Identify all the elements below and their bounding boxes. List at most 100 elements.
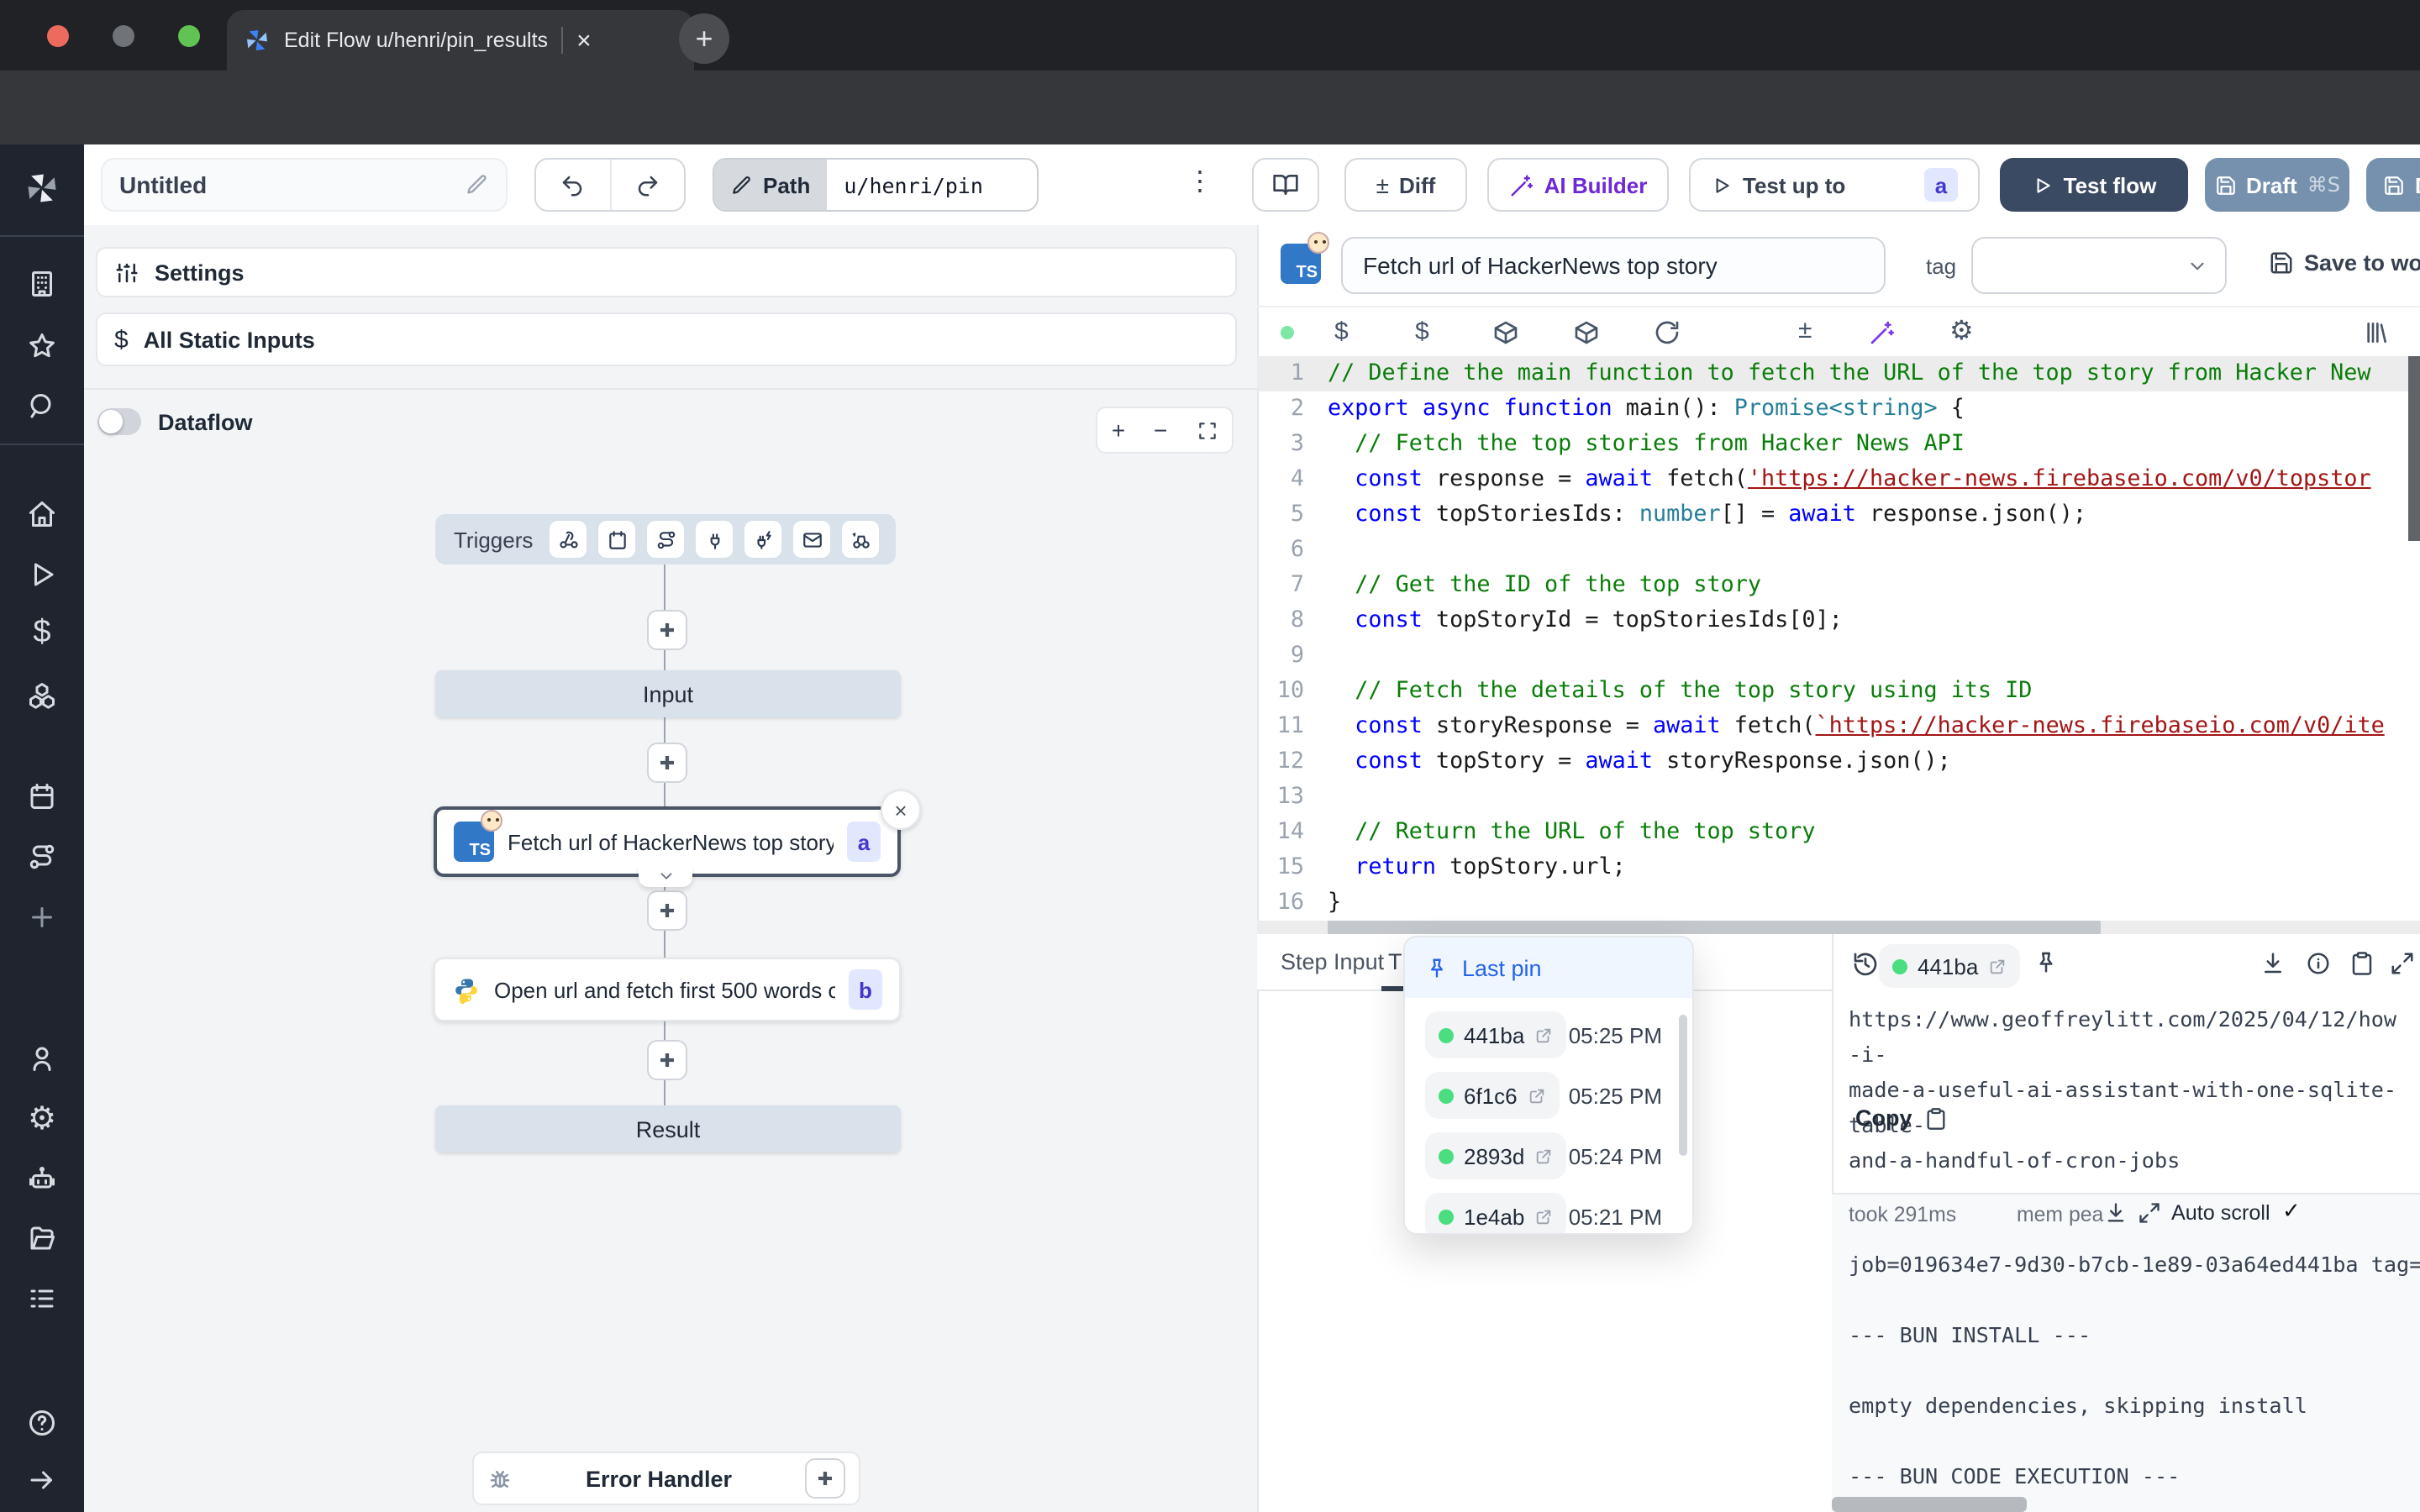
sidebar-item-folders[interactable] (0, 1216, 84, 1260)
remove-step-button[interactable]: × (881, 790, 921, 830)
window-zoom-button[interactable] (178, 25, 200, 47)
draft-button[interactable]: Draft ⌘S (2205, 158, 2349, 212)
tag-select[interactable] (1971, 237, 2227, 294)
add-step-button[interactable]: ✚ (647, 743, 687, 783)
package-icon[interactable] (1492, 319, 1519, 346)
webhook-trigger-button[interactable] (550, 521, 587, 558)
undo-button[interactable] (536, 160, 611, 210)
save-to-workspace-button[interactable]: Save to workspace (2269, 250, 2420, 276)
docs-button[interactable] (1252, 158, 1319, 212)
redo-button[interactable] (611, 160, 684, 210)
clipboard-icon[interactable] (2349, 951, 2375, 976)
path-control[interactable]: Path u/henri/pin (713, 158, 1039, 212)
editor-vscrollbar[interactable] (2408, 356, 2420, 541)
tab-test-this-step[interactable]: T (1388, 949, 1402, 974)
result-run-badge[interactable]: 441ba (1879, 944, 2020, 988)
triggers-node[interactable]: Triggers (435, 514, 896, 564)
package-icon[interactable] (1573, 319, 1600, 346)
add-step-button[interactable]: ✚ (647, 610, 687, 650)
run-id-pill[interactable]: 441ba (1425, 1011, 1566, 1058)
pin-icon[interactable] (2033, 949, 2059, 974)
sidebar-item-add[interactable] (0, 895, 84, 939)
sidebar-item-help[interactable] (0, 1401, 84, 1445)
new-tab-button[interactable]: + (679, 13, 729, 64)
download-icon[interactable] (2104, 1201, 2128, 1225)
zoom-in-button[interactable]: + (1112, 417, 1125, 444)
code-editor[interactable]: 1// Define the main function to fetch th… (1257, 356, 2408, 917)
auto-scroll-checkbox[interactable]: ✓ (2282, 1198, 2301, 1225)
step-node-b[interactable]: Open url and fetch first 500 words of ..… (434, 958, 901, 1021)
sidebar-item-workers[interactable] (0, 1158, 84, 1201)
pin-item[interactable]: 2893d05:24 PM (1425, 1132, 1676, 1179)
email-trigger-button[interactable] (793, 521, 830, 558)
input-node[interactable]: Input (435, 670, 901, 717)
more-options-kebab-icon[interactable]: ⋮ (1186, 165, 1213, 198)
sidebar-item-flows[interactable] (0, 835, 84, 879)
mqtt-trigger-button[interactable] (696, 521, 733, 558)
logs-hscrollbar[interactable] (1832, 1497, 2027, 1512)
window-minimize-button[interactable] (113, 25, 134, 47)
flow-name-field[interactable]: Untitled (101, 158, 508, 212)
sidebar-item-resources[interactable] (0, 674, 84, 717)
external-link-icon[interactable] (1528, 1086, 1546, 1105)
run-id-pill[interactable]: 6f1c6 (1425, 1072, 1560, 1119)
external-link-icon[interactable] (1534, 1026, 1553, 1044)
diff-mode-button[interactable]: ± (1798, 316, 1812, 344)
external-link-icon[interactable] (1534, 1207, 1553, 1226)
route-trigger-button[interactable] (647, 521, 684, 558)
zoom-out-button[interactable]: − (1154, 417, 1167, 444)
variables-button[interactable]: $ (1415, 318, 1429, 346)
window-close-button[interactable] (47, 25, 69, 47)
pin-item[interactable]: 1e4ab05:21 PM (1425, 1193, 1676, 1235)
sidebar-item-runs[interactable] (0, 553, 84, 596)
flow-settings-button[interactable]: Settings (96, 247, 1237, 297)
edit-pencil-icon[interactable] (466, 173, 489, 197)
sidebar-item-audit-logs[interactable] (0, 1277, 84, 1320)
test-up-to-button[interactable]: Test up to a (1689, 158, 1980, 212)
poll-trigger-button[interactable] (842, 521, 879, 558)
sidebar-item-home[interactable] (0, 492, 84, 536)
sidebar-item-schedules[interactable] (0, 774, 84, 818)
pin-item[interactable]: 6f1c605:25 PM (1425, 1072, 1676, 1119)
result-node[interactable]: Result (435, 1105, 901, 1152)
tab-step-input[interactable]: Step Input (1281, 949, 1384, 974)
add-step-button[interactable]: ✚ (647, 1040, 687, 1080)
reload-icon[interactable] (1654, 319, 1681, 346)
sidebar-item-users[interactable] (0, 1037, 84, 1080)
sidebar-item-variables[interactable]: $ (0, 612, 84, 655)
windmill-logo-icon[interactable] (0, 166, 84, 210)
magic-wand-icon[interactable] (1869, 319, 1896, 346)
expand-icon[interactable] (2390, 951, 2415, 976)
dropdown-scrollbar[interactable] (1679, 1015, 1687, 1156)
kafka-trigger-button[interactable] (744, 521, 781, 558)
deploy-button[interactable]: Deploy (2366, 158, 2420, 212)
history-icon[interactable] (1852, 951, 1879, 978)
sidebar-item-favorites[interactable] (0, 324, 84, 368)
add-error-handler-button[interactable]: ✚ (805, 1458, 845, 1499)
expand-icon[interactable] (2138, 1201, 2161, 1225)
test-flow-button[interactable]: Test flow (2000, 158, 2188, 212)
copy-result-button[interactable]: Copy (1855, 1105, 1948, 1131)
browser-tab[interactable]: Edit Flow u/henri/pin_results × (227, 10, 694, 71)
diff-button[interactable]: ± Diff (1344, 158, 1467, 212)
external-link-icon[interactable] (1988, 957, 2007, 975)
step-title-input[interactable]: Fetch url of HackerNews top story (1341, 237, 1886, 294)
external-link-icon[interactable] (1534, 1147, 1553, 1165)
expand-step-button[interactable] (639, 865, 692, 887)
ai-builder-button[interactable]: AI Builder (1487, 158, 1669, 212)
sidebar-collapse-arrow[interactable] (0, 1458, 84, 1502)
add-step-button[interactable]: ✚ (647, 890, 687, 931)
download-icon[interactable] (2260, 951, 2286, 976)
pin-item[interactable]: 441ba05:25 PM (1425, 1011, 1676, 1058)
run-id-pill[interactable]: 2893d (1425, 1132, 1566, 1179)
sidebar-item-settings[interactable]: ⚙ (0, 1097, 84, 1141)
fit-view-icon[interactable] (1196, 419, 1218, 441)
schedule-trigger-button[interactable] (598, 521, 635, 558)
error-handler-node[interactable]: Error Handler ✚ (472, 1452, 860, 1505)
info-icon[interactable] (2306, 951, 2331, 976)
log-lines[interactable]: job=019634e7-9d30-b7cb-1e89-03a64ed441ba… (1849, 1247, 2420, 1494)
sidebar-item-workspace[interactable] (0, 262, 84, 306)
run-id-pill[interactable]: 1e4ab (1425, 1193, 1566, 1235)
editor-settings-button[interactable]: ⚙ (1949, 314, 1974, 348)
last-pin-option[interactable]: Last pin (1405, 937, 1692, 998)
